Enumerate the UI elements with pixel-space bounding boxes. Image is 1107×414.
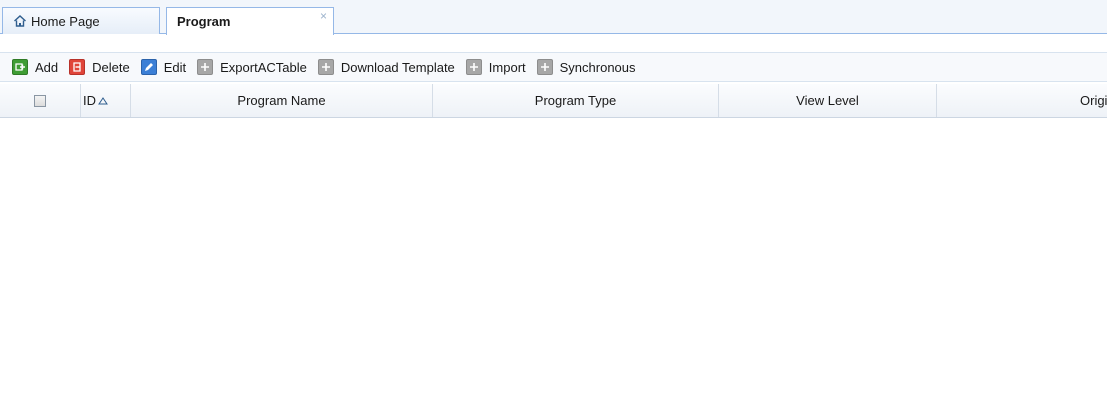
download-label: Download Template <box>340 59 455 75</box>
sort-ascending-icon <box>98 96 108 105</box>
column-header-original[interactable]: Origina <box>937 84 1107 117</box>
synchronous-button[interactable]: Synchronous <box>536 56 636 78</box>
edit-icon <box>140 59 157 75</box>
delete-button[interactable]: Delete <box>69 56 130 78</box>
edit-button[interactable]: Edit <box>140 56 187 78</box>
synchronous-label: Synchronous <box>559 59 636 75</box>
toolbar: Add Delete Edit ExportACTable Download T… <box>0 52 1107 82</box>
export-label: ExportACTable <box>220 59 307 75</box>
tab-label: Program <box>177 14 231 29</box>
program-page: Home Page Program × Add Delete Edit Expo… <box>0 0 1107 414</box>
grid-body <box>0 118 1107 414</box>
select-all-cell <box>0 84 81 117</box>
grid-header: ID Program Name Program Type View Level … <box>0 84 1107 118</box>
download-icon <box>317 59 334 75</box>
column-header-label: Program Type <box>534 93 617 108</box>
tab-program[interactable]: Program × <box>166 7 334 35</box>
column-header-program-name[interactable]: Program Name <box>131 84 433 117</box>
import-label: Import <box>488 59 526 75</box>
delete-label: Delete <box>92 59 130 75</box>
column-header-program-type[interactable]: Program Type <box>433 84 719 117</box>
edit-label: Edit <box>163 59 187 75</box>
column-header-label: Origina <box>1080 93 1107 108</box>
export-actable-button[interactable]: ExportACTable <box>197 56 307 78</box>
column-header-view-level[interactable]: View Level <box>719 84 937 117</box>
column-header-label: View Level <box>796 93 859 108</box>
column-header-label: Program Name <box>237 93 326 108</box>
add-label: Add <box>35 59 59 75</box>
import-icon <box>465 59 482 75</box>
column-header-label: ID <box>83 93 96 108</box>
download-template-button[interactable]: Download Template <box>317 56 455 78</box>
tab-strip: Home Page Program × <box>0 0 1107 35</box>
home-icon <box>13 14 27 28</box>
column-header-id[interactable]: ID <box>81 84 131 117</box>
close-icon[interactable]: × <box>320 9 327 23</box>
add-button[interactable]: Add <box>12 56 58 78</box>
export-icon <box>197 59 214 75</box>
select-all-checkbox[interactable] <box>34 94 46 107</box>
tab-label: Home Page <box>31 13 100 29</box>
tab-home-page[interactable]: Home Page <box>2 7 160 34</box>
sync-icon <box>536 59 553 75</box>
add-icon <box>12 59 28 75</box>
delete-icon <box>69 59 86 75</box>
import-button[interactable]: Import <box>465 56 526 78</box>
